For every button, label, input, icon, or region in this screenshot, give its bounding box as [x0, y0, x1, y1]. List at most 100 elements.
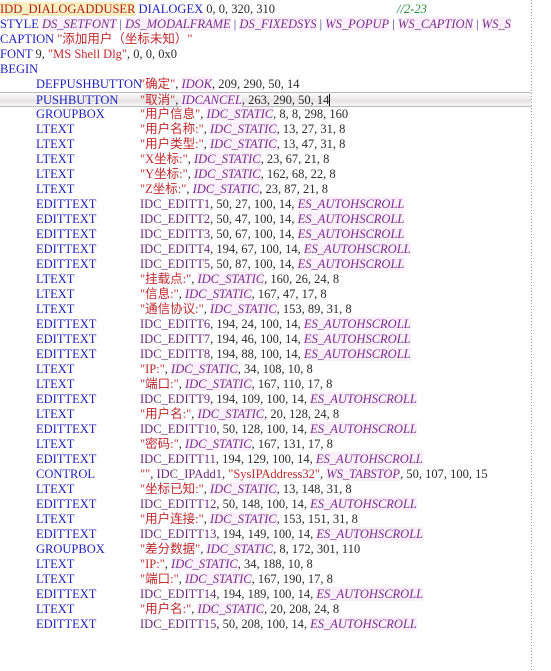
token-num: , 194, 149, 100, 14,: [216, 527, 317, 541]
code-line[interactable]: EDITTEXT IDC_EDITT14, 194, 189, 100, 14, …: [0, 587, 551, 602]
code-line[interactable]: EDITTEXT IDC_EDITT8, 194, 88, 100, 14, ES…: [0, 347, 551, 362]
code-line[interactable]: LTEXT "通信协议:", IDC_STATIC, 153, 89, 31, 8: [0, 302, 551, 317]
token-num: , 50, 87, 100, 14,: [210, 257, 298, 271]
code-line[interactable]: LTEXT "IP:", IDC_STATIC, 34, 108, 10, 8: [0, 362, 551, 377]
code-line[interactable]: DEFPUSHBUTTON"确定", IDOK, 209, 290, 50, 1…: [0, 77, 551, 92]
rc-statement-keyword: LTEXT: [36, 602, 75, 616]
code-line[interactable]: LTEXT "用户类型:", IDC_STATIC, 13, 47, 31, 8: [0, 137, 551, 152]
rc-statement-keyword: LTEXT: [36, 287, 75, 301]
code-line[interactable]: LTEXT "端口:", IDC_STATIC, 167, 110, 17, 8: [0, 377, 551, 392]
code-line[interactable]: LTEXT "坐标已知:", IDC_STATIC, 13, 148, 31, 8: [0, 482, 551, 497]
token-sym2: IDC_EDITT7: [140, 332, 211, 346]
code-line[interactable]: EDITTEXT IDC_EDITT10, 50, 128, 100, 14, E…: [0, 422, 551, 437]
rc-statement-keyword: EDITTEXT: [36, 257, 97, 271]
code-line[interactable]: EDITTEXT IDC_EDITT12, 50, 148, 100, 14, E…: [0, 497, 551, 512]
code-line[interactable]: PUSHBUTTON "取消", IDCANCEL, 263, 290, 50, …: [0, 92, 531, 107]
token-sym: IDC_STATIC: [209, 122, 277, 136]
code-line[interactable]: EDITTEXT IDC_EDITT6, 194, 24, 100, 14, ES…: [0, 317, 551, 332]
code-line[interactable]: CONTROL "", IDC_IPAdd1, "SysIPAddress32",…: [0, 467, 551, 482]
code-line[interactable]: LTEXT "用户名:", IDC_STATIC, 20, 128, 24, 8: [0, 407, 551, 422]
token-num: ,: [203, 137, 210, 151]
code-line[interactable]: EDITTEXT IDC_EDITT5, 50, 87, 100, 14, ES_…: [0, 257, 551, 272]
code-line[interactable]: EDITTEXT IDC_EDITT15, 50, 208, 100, 14, E…: [0, 617, 551, 632]
rc-statement-keyword: EDITTEXT: [36, 317, 97, 331]
token-sym2: IDC_EDITT10: [140, 422, 217, 436]
token-num: , 23, 67, 21, 8: [260, 152, 330, 166]
code-line[interactable]: FONT 9, "MS Shell Dlg", 0, 0, 0x0: [0, 47, 551, 62]
token-num: , 50, 27, 100, 14,: [210, 197, 298, 211]
token-sym2: IDC_EDITT1: [140, 197, 211, 211]
code-line[interactable]: EDITTEXT IDC_EDITT9, 194, 109, 100, 14, E…: [0, 392, 551, 407]
code-line[interactable]: LTEXT "端口:", IDC_STATIC, 167, 190, 17, 8: [0, 572, 551, 587]
token-num: , 50, 128, 100, 14,: [216, 422, 311, 436]
code-text-area[interactable]: IDD_DIALOGADDUSER DIALOGEX 0, 0, 320, 31…: [0, 0, 551, 632]
rc-statement-keyword: LTEXT: [36, 137, 75, 151]
code-line[interactable]: BEGIN: [0, 62, 551, 77]
token-num: , 20, 208, 24, 8: [264, 602, 340, 616]
code-line[interactable]: LTEXT "用户连接:", IDC_STATIC, 153, 151, 31, …: [0, 512, 551, 527]
code-line[interactable]: CAPTION "添加用户（坐标未知）": [0, 32, 551, 47]
code-line[interactable]: LTEXT "用户名:", IDC_STATIC, 20, 208, 24, 8: [0, 602, 551, 617]
code-line[interactable]: IDD_DIALOGADDUSER DIALOGEX 0, 0, 320, 31…: [0, 2, 551, 17]
code-line[interactable]: STYLE DS_SETFONT | DS_MODALFRAME | DS_FI…: [0, 17, 551, 32]
code-line[interactable]: EDITTEXT IDC_EDITT7, 194, 46, 100, 14, ES…: [0, 332, 551, 347]
code-line[interactable]: GROUPBOX "用户信息", IDC_STATIC, 8, 8, 298, 1…: [0, 107, 551, 122]
code-editor-pane[interactable]: IDD_DIALOGADDUSER DIALOGEX 0, 0, 320, 31…: [0, 0, 551, 671]
code-line[interactable]: LTEXT "挂载点:", IDC_STATIC, 160, 26, 24, 8: [0, 272, 551, 287]
token-str: "用户名:": [140, 602, 192, 616]
rc-statement-keyword: EDITTEXT: [36, 422, 97, 436]
token-num: , 34, 188, 10, 8: [237, 557, 313, 571]
code-line[interactable]: LTEXT "Y坐标:", IDC_STATIC, 162, 68, 22, 8: [0, 167, 551, 182]
token-num: , 167, 110, 17, 8: [251, 377, 333, 391]
token-num: , 50, 148, 100, 14,: [216, 497, 311, 511]
code-line[interactable]: LTEXT "Z坐标:", IDC_STATIC, 23, 87, 21, 8: [0, 182, 551, 197]
token-num: 0, 0, 320, 310: [203, 2, 275, 16]
rc-statement-keyword: LTEXT: [36, 572, 75, 586]
code-line[interactable]: EDITTEXT IDC_EDITT4, 194, 67, 100, 14, ES…: [0, 242, 551, 257]
token-sym2: IDC_EDITT14: [140, 587, 217, 601]
code-line[interactable]: EDITTEXT IDC_EDITT1, 50, 27, 100, 14, ES_…: [0, 197, 551, 212]
code-line[interactable]: LTEXT "密码:", IDC_STATIC, 167, 131, 17, 8: [0, 437, 551, 452]
token-sym2: IDC_EDITT4: [140, 242, 211, 256]
code-line[interactable]: LTEXT "信息:", IDC_STATIC, 167, 47, 17, 8: [0, 287, 551, 302]
rc-statement-keyword: CONTROL: [36, 467, 96, 481]
rc-statement-keyword: EDITTEXT: [36, 212, 97, 226]
rc-statement-keyword: LTEXT: [36, 272, 75, 286]
token-sym: DS_SETFONT: [42, 17, 117, 31]
token-sym: IDC_STATIC: [193, 152, 261, 166]
token-kw2: DIALOGEX: [138, 2, 204, 16]
token-str: "端口:": [140, 377, 179, 391]
code-line[interactable]: GROUPBOX "差分数据", IDC_STATIC, 8, 172, 301,…: [0, 542, 551, 557]
token-str: "用户名称:": [140, 122, 204, 136]
token-num: , 13, 148, 31, 8: [276, 482, 352, 496]
code-line[interactable]: EDITTEXT IDC_EDITT3, 50, 67, 100, 14, ES_…: [0, 227, 551, 242]
code-line[interactable]: EDITTEXT IDC_EDITT2, 50, 47, 100, 14, ES_…: [0, 212, 551, 227]
code-line[interactable]: LTEXT "X坐标:", IDC_STATIC, 23, 67, 21, 8: [0, 152, 551, 167]
code-line[interactable]: EDITTEXT IDC_EDITT11, 194, 129, 100, 14, …: [0, 452, 551, 467]
code-line[interactable]: EDITTEXT IDC_EDITT13, 194, 149, 100, 14, …: [0, 527, 551, 542]
token-str: "差分数据": [140, 542, 201, 556]
token-sym2: IDC_IPAdd1: [156, 467, 222, 481]
token-sym: IDC_STATIC: [206, 107, 274, 121]
code-line[interactable]: LTEXT "用户名称:", IDC_STATIC, 13, 27, 31, 8: [0, 122, 551, 137]
token-num: , 50, 67, 100, 14,: [210, 227, 298, 241]
token-sym: ES_AUTOHSCROLL: [310, 497, 417, 511]
token-kw: BEGIN: [0, 62, 39, 76]
token-sym: IDC_STATIC: [171, 557, 238, 571]
code-line[interactable]: LTEXT "IP:", IDC_STATIC, 34, 188, 10, 8: [0, 557, 551, 572]
rc-statement-keyword: LTEXT: [36, 482, 75, 496]
token-sym: DS_FIXEDSYS: [239, 17, 317, 31]
rc-statement-keyword: LTEXT: [36, 182, 75, 196]
token-str: "坐标已知:": [140, 482, 204, 496]
